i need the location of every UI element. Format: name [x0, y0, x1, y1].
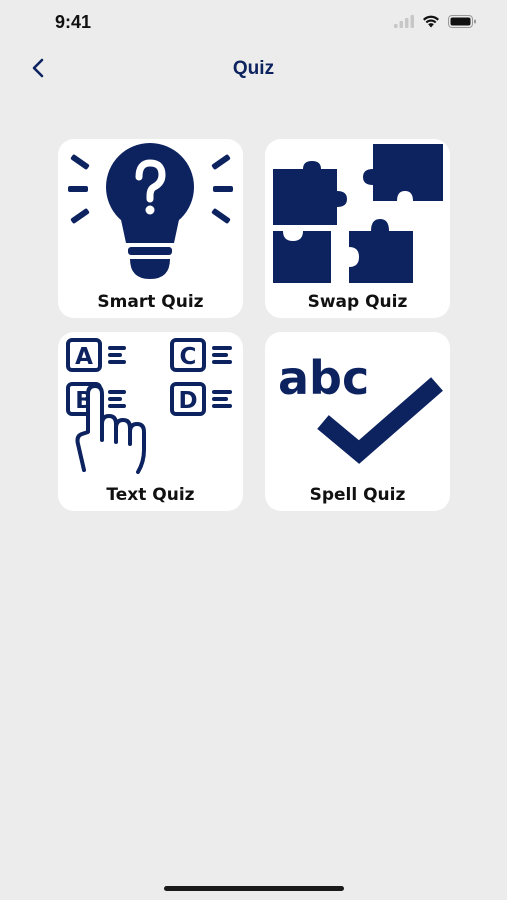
- card-label: Swap Quiz: [307, 292, 408, 312]
- quiz-grid: Smart Quiz Swap Quiz A C B D Text Quiz a…: [58, 139, 451, 511]
- home-indicator[interactable]: [164, 886, 344, 891]
- nav-bar: Quiz: [0, 48, 507, 92]
- svg-text:C: C: [180, 344, 197, 370]
- signal-icon: [394, 15, 414, 33]
- smart-quiz-card[interactable]: Smart Quiz: [58, 139, 243, 318]
- puzzle-icon: [265, 139, 450, 289]
- battery-icon: [448, 15, 477, 33]
- text-quiz-card[interactable]: A C B D Text Quiz: [58, 332, 243, 511]
- card-label: Smart Quiz: [97, 292, 204, 312]
- abcd-choice-icon: A C B D: [58, 332, 243, 482]
- abc-check-icon: abc: [265, 332, 450, 482]
- status-icons: [394, 15, 477, 33]
- card-label: Text Quiz: [106, 485, 195, 505]
- status-bar: 9:41: [0, 0, 507, 48]
- svg-text:A: A: [75, 344, 93, 370]
- wifi-icon: [422, 15, 440, 33]
- page-title: Quiz: [232, 58, 275, 79]
- card-label: Spell Quiz: [309, 485, 406, 505]
- spell-quiz-card[interactable]: abc Spell Quiz: [265, 332, 450, 511]
- status-time: 9:41: [55, 12, 92, 32]
- svg-text:abc: abc: [278, 351, 369, 405]
- lightbulb-question-icon: [58, 139, 243, 289]
- swap-quiz-card[interactable]: Swap Quiz: [265, 139, 450, 318]
- svg-text:D: D: [178, 388, 197, 414]
